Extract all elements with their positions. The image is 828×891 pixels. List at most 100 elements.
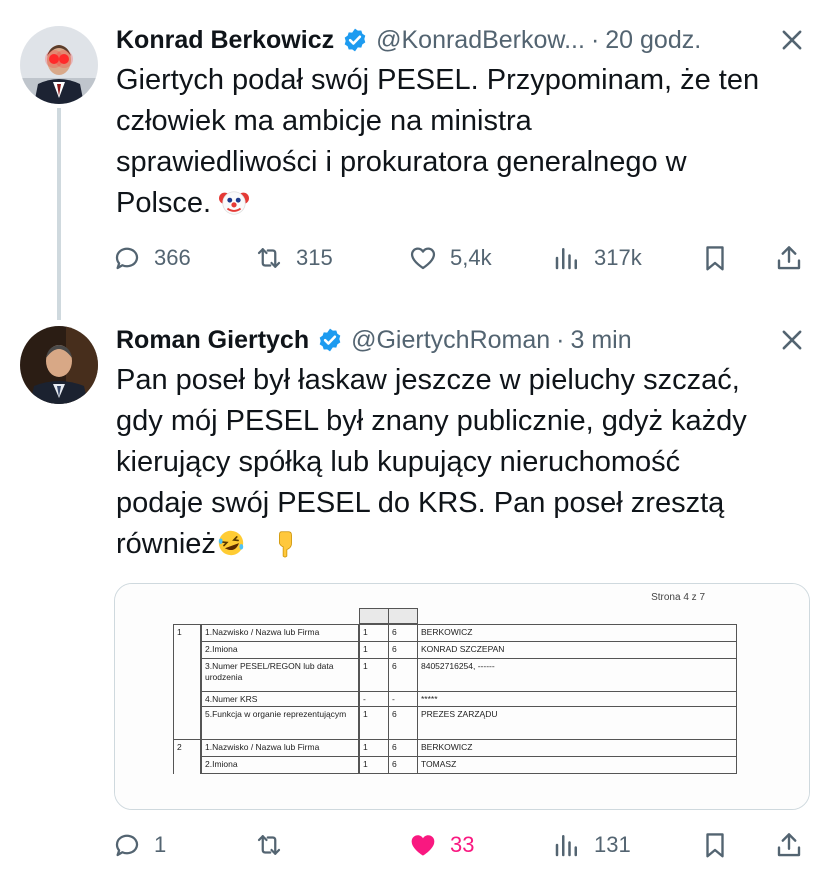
like-count: 5,4k bbox=[450, 245, 492, 270]
table-cell: 1 bbox=[359, 641, 389, 659]
table-cell: 3.Numer PESEL/REGON lub data urodzenia bbox=[201, 658, 359, 692]
table-cell: 2.Imiona bbox=[201, 756, 359, 774]
repost-button[interactable]: 315 bbox=[254, 238, 333, 278]
views-button[interactable]: 317k bbox=[552, 238, 642, 278]
krs-document-image: Strona 4 z 7 1 1.Nazwisko / Nazwa lub Fir… bbox=[115, 584, 809, 809]
table-cell: 1.Nazwisko / Nazwa lub Firma bbox=[201, 624, 359, 642]
author-handle[interactable]: @KonradBerkow... bbox=[376, 26, 585, 55]
table-cell: 1 bbox=[359, 756, 389, 774]
bookmark-button[interactable] bbox=[700, 238, 730, 278]
share-button[interactable] bbox=[774, 825, 804, 865]
repost-icon bbox=[257, 835, 281, 855]
text-line: podaje swój PESEL do KRS. Pan poseł zres… bbox=[116, 487, 725, 519]
table-cell: 6 bbox=[388, 756, 418, 774]
repost-count: 315 bbox=[296, 245, 333, 270]
bookmark-icon bbox=[706, 833, 724, 858]
reply-icon bbox=[115, 834, 139, 857]
tweet-header: Roman Giertych @GiertychRoman · 3 min bbox=[116, 320, 632, 360]
table-cell: ***** bbox=[417, 691, 737, 707]
reply-button[interactable]: 366 bbox=[112, 238, 191, 278]
heart-filled-icon bbox=[411, 835, 435, 856]
views-count: 131 bbox=[594, 832, 631, 857]
table-cell: 6 bbox=[388, 658, 418, 692]
views-button[interactable]: 131 bbox=[552, 825, 631, 865]
avatar[interactable] bbox=[20, 26, 98, 104]
table-cell bbox=[173, 658, 201, 692]
text-line: Giertych podał swój PESEL. Przypominam, … bbox=[116, 64, 760, 96]
table-cell: BERKOWICZ bbox=[417, 739, 737, 757]
clown-emoji-icon bbox=[219, 191, 250, 215]
text-line: gdy mój PESEL był znany publicznie, gdyż… bbox=[116, 405, 747, 437]
close-icon[interactable] bbox=[778, 326, 806, 354]
table-cell: 1 bbox=[359, 658, 389, 692]
reply-icon bbox=[115, 247, 139, 270]
repost-icon bbox=[257, 248, 281, 268]
share-icon bbox=[777, 246, 801, 270]
heart-icon bbox=[410, 247, 436, 270]
table-cell bbox=[173, 706, 201, 740]
bookmark-button[interactable] bbox=[700, 825, 730, 865]
table-cell bbox=[173, 691, 201, 707]
author-handle[interactable]: @GiertychRoman bbox=[351, 326, 550, 355]
avatar[interactable] bbox=[20, 326, 98, 404]
text-line: kierujący spółką lub kupujący nieruchomo… bbox=[116, 446, 681, 478]
table-cell: 2 bbox=[173, 739, 201, 757]
page-number: Strona 4 z 7 bbox=[651, 592, 705, 603]
author-name[interactable]: Roman Giertych bbox=[116, 326, 309, 355]
like-button[interactable]: 5,4k bbox=[408, 238, 492, 278]
reply-count: 366 bbox=[154, 245, 191, 270]
thread-line bbox=[57, 108, 61, 320]
table-cell: - bbox=[388, 691, 418, 707]
like-button[interactable]: 33 bbox=[408, 825, 474, 865]
tweet-header: Konrad Berkowicz @KonradBerkow... · 20 g… bbox=[116, 20, 701, 60]
table-cell: 1 bbox=[359, 739, 389, 757]
verified-badge-icon bbox=[344, 28, 366, 52]
table-cell: 1 bbox=[359, 706, 389, 740]
table-cell bbox=[173, 756, 201, 774]
table-cell: 5.Funkcja w organie reprezentującym bbox=[201, 706, 359, 740]
timestamp[interactable]: 20 godz. bbox=[605, 26, 701, 55]
media-attachment[interactable]: Strona 4 z 7 1 1.Nazwisko / Nazwa lub Fir… bbox=[114, 583, 810, 810]
table-cell: 6 bbox=[388, 739, 418, 757]
table-cell: 6 bbox=[388, 706, 418, 740]
text-line: człowiek ma ambicje na ministra bbox=[116, 105, 532, 137]
timestamp[interactable]: 3 min bbox=[571, 326, 632, 355]
table-cell: KONRAD SZCZEPAN bbox=[417, 641, 737, 659]
share-icon bbox=[777, 833, 801, 857]
table-cell bbox=[173, 641, 201, 659]
table-cell: 84052716254, ------ bbox=[417, 658, 737, 692]
table-cell: 4.Numer KRS bbox=[201, 691, 359, 707]
table-cell: TOMASZ bbox=[417, 756, 737, 774]
table-cell: PREZES ZARZĄDU bbox=[417, 706, 737, 740]
text-line: Polsce. bbox=[116, 183, 816, 224]
share-button[interactable] bbox=[774, 238, 804, 278]
table-cell: - bbox=[359, 691, 389, 707]
table-cell: 2.Imiona bbox=[201, 641, 359, 659]
bookmark-icon bbox=[706, 246, 724, 271]
verified-badge-icon bbox=[319, 328, 341, 352]
table-cell: 6 bbox=[388, 641, 418, 659]
separator: · bbox=[590, 25, 600, 54]
reply-button[interactable]: 1 bbox=[112, 825, 166, 865]
analytics-icon bbox=[555, 248, 577, 270]
text-line: Pan poseł był łaskaw jeszcze w pieluchy … bbox=[116, 364, 740, 396]
repost-button[interactable] bbox=[254, 825, 296, 865]
table-cell: 6 bbox=[388, 624, 418, 642]
reply-count: 1 bbox=[154, 832, 167, 857]
analytics-icon bbox=[555, 835, 577, 857]
table-cell: 1 bbox=[173, 624, 201, 642]
tweet-text: Giertych podał swój PESEL. Przypominam, … bbox=[116, 60, 816, 224]
table-cell: BERKOWICZ bbox=[417, 624, 737, 642]
pointing-down-emoji-icon bbox=[279, 531, 292, 558]
close-icon[interactable] bbox=[778, 26, 806, 54]
like-count: 33 bbox=[450, 832, 475, 857]
rofl-emoji-icon bbox=[218, 530, 244, 556]
author-name[interactable]: Konrad Berkowicz bbox=[116, 26, 334, 55]
table-cell: 1 bbox=[359, 624, 389, 642]
table-cell: 1.Nazwisko / Nazwa lub Firma bbox=[201, 739, 359, 757]
text-line: również bbox=[116, 524, 816, 565]
tweet-actions: 366 315 5,4k 317k bbox=[112, 238, 812, 278]
tweet-actions: 1 33 131 bbox=[112, 825, 812, 865]
separator: · bbox=[556, 325, 565, 354]
text-line: sprawiedliwości i prokuratora generalneg… bbox=[116, 146, 687, 178]
